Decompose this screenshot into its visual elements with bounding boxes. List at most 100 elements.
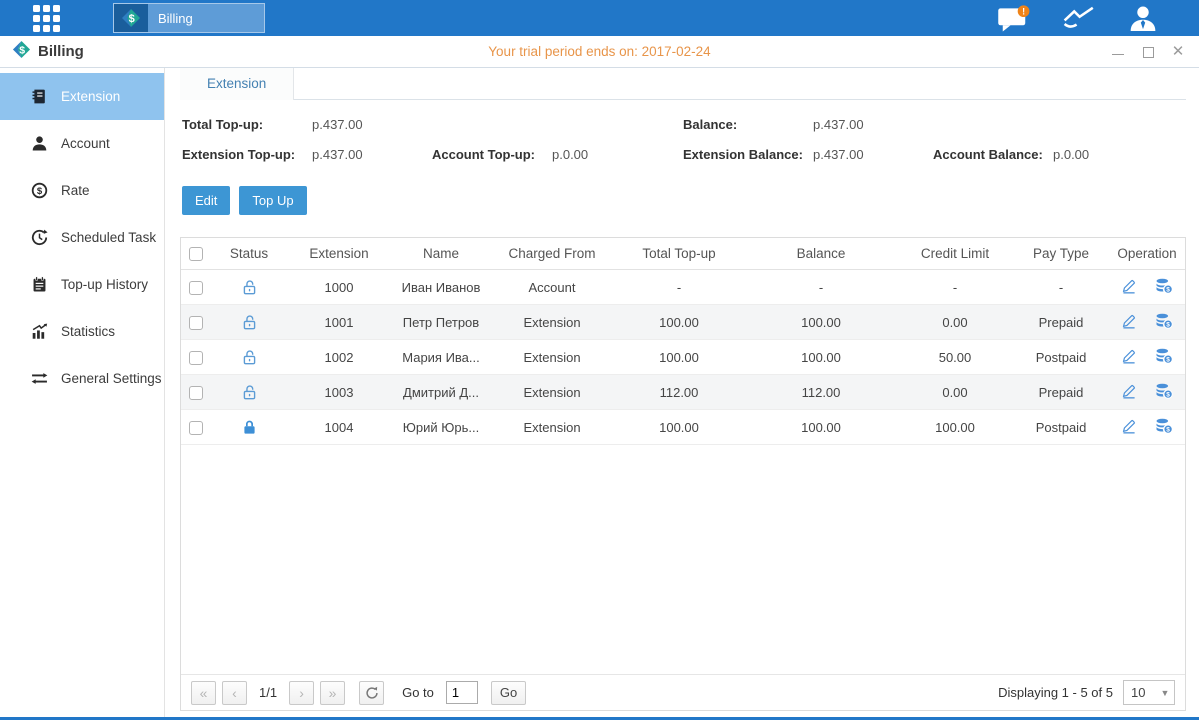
sidebar-item-label: Scheduled Task (61, 230, 156, 245)
prev-page-button[interactable]: ‹ (222, 681, 247, 705)
cell-credit-limit: - (897, 270, 1013, 305)
cell-credit-limit: 0.00 (897, 305, 1013, 340)
first-page-button[interactable]: « (191, 681, 216, 705)
pagination-bar: « ‹ 1/1 › » Go to Go Di (181, 674, 1185, 710)
cell-extension: 1000 (287, 270, 391, 305)
chevron-down-icon: ▼ (1156, 688, 1174, 698)
next-page-button[interactable]: › (289, 681, 314, 705)
row-checkbox[interactable] (189, 316, 203, 330)
top-up-button[interactable]: Top Up (239, 186, 306, 215)
svg-text:!: ! (1022, 6, 1025, 16)
trial-notice: Your trial period ends on: 2017-02-24 (0, 44, 1199, 59)
col-status: Status (211, 238, 287, 270)
sidebar-item-general-settings[interactable]: General Settings (0, 355, 164, 402)
cell-total-topup: 112.00 (613, 375, 745, 410)
cell-name: Иван Иванов (391, 270, 491, 305)
sidebar-item-label: Extension (61, 89, 120, 104)
sidebar-item-extension[interactable]: Extension (0, 73, 164, 120)
last-page-button[interactable]: » (320, 681, 345, 705)
top-up-row-icon[interactable]: $ (1155, 278, 1173, 297)
page-indicator: 1/1 (259, 685, 277, 700)
cell-name: Петр Петров (391, 305, 491, 340)
row-checkbox[interactable] (189, 281, 203, 295)
edit-button[interactable]: Edit (182, 186, 230, 215)
col-extension: Extension (287, 238, 391, 270)
lock-status-icon (241, 314, 258, 329)
cell-pay-type: Postpaid (1013, 410, 1109, 445)
goto-page-input[interactable] (446, 681, 478, 704)
top-up-row-icon[interactable]: $ (1155, 418, 1173, 437)
reports-chart-icon[interactable] (1061, 6, 1097, 30)
billing-tab-label: Billing (158, 11, 193, 26)
refresh-button[interactable] (359, 681, 384, 705)
sidebar-item-statistics[interactable]: Statistics (0, 308, 164, 355)
displaying-text: Displaying 1 - 5 of 5 (998, 685, 1113, 700)
row-checkbox[interactable] (189, 386, 203, 400)
sidebar-item-scheduled-task[interactable]: Scheduled Task (0, 214, 164, 261)
top-up-row-icon[interactable]: $ (1155, 313, 1173, 332)
edit-row-icon[interactable] (1121, 278, 1137, 297)
edit-row-icon[interactable] (1121, 348, 1137, 367)
go-button[interactable]: Go (491, 681, 526, 705)
user-account-icon[interactable] (1127, 5, 1159, 31)
edit-row-icon[interactable] (1121, 313, 1137, 332)
cell-charged-from: Extension (491, 410, 613, 445)
svg-text:$: $ (129, 13, 135, 25)
sidebar-item-label: Rate (61, 183, 90, 198)
extension-topup-value: p.437.00 (312, 147, 420, 162)
sidebar-item-label: General Settings (61, 371, 162, 386)
billing-summary: Total Top-up: p.437.00 Extension Top-up:… (180, 100, 1186, 166)
sidebar-item-label: Statistics (61, 324, 115, 339)
maximize-icon[interactable] (1141, 46, 1155, 58)
extension-table: Status Extension Name Charged From Total… (181, 238, 1185, 445)
topbar-billing-tab[interactable]: $ Billing (113, 3, 265, 33)
select-all-checkbox[interactable] (189, 247, 203, 261)
account-icon (30, 135, 48, 153)
cell-total-topup: - (613, 270, 745, 305)
general-settings-icon (30, 370, 48, 388)
cell-balance: 112.00 (745, 375, 897, 410)
close-icon[interactable]: ✕ (1171, 46, 1185, 58)
sidebar-item-label: Account (61, 136, 110, 151)
row-checkbox[interactable] (189, 421, 203, 435)
cell-extension: 1004 (287, 410, 391, 445)
cell-charged-from: Extension (491, 340, 613, 375)
goto-label: Go to (402, 685, 434, 700)
cell-total-topup: 100.00 (613, 305, 745, 340)
sidebar-item-top-up-history[interactable]: Top-up History (0, 261, 164, 308)
svg-text:$: $ (1166, 392, 1170, 399)
cell-credit-limit: 100.00 (897, 410, 1013, 445)
cell-name: Дмитрий Д... (391, 375, 491, 410)
extension-balance-value: p.437.00 (813, 147, 921, 162)
col-operation: Operation (1109, 238, 1185, 270)
cell-charged-from: Extension (491, 375, 613, 410)
row-checkbox[interactable] (189, 351, 203, 365)
top-up-row-icon[interactable]: $ (1155, 348, 1173, 367)
edit-row-icon[interactable] (1121, 383, 1137, 402)
sidebar-item-account[interactable]: Account (0, 120, 164, 167)
page-size-value: 10 (1124, 685, 1156, 700)
top-up-row-icon[interactable]: $ (1155, 383, 1173, 402)
cell-credit-limit: 0.00 (897, 375, 1013, 410)
tab-extension[interactable]: Extension (180, 68, 294, 100)
cell-name: Мария Ива... (391, 340, 491, 375)
col-balance: Balance (745, 238, 897, 270)
top-up-history-icon (30, 276, 48, 294)
lock-status-icon (241, 384, 258, 399)
app-launcher-icon[interactable] (33, 5, 73, 31)
col-pay-type: Pay Type (1013, 238, 1109, 270)
sidebar-item-rate[interactable]: $ Rate (0, 167, 164, 214)
topbar: $ Billing ! (0, 0, 1199, 36)
col-total-topup: Total Top-up (613, 238, 745, 270)
table-row: 1002 Мария Ива... Extension 100.00 100.0… (181, 340, 1185, 375)
edit-row-icon[interactable] (1121, 418, 1137, 437)
extension-topup-label: Extension Top-up: (182, 147, 312, 162)
cell-extension: 1001 (287, 305, 391, 340)
svg-text:$: $ (1166, 287, 1170, 294)
lock-status-icon (241, 419, 258, 434)
page-size-select[interactable]: 10 ▼ (1123, 680, 1175, 705)
minimize-icon[interactable] (1111, 46, 1125, 58)
account-balance-value: p.0.00 (1053, 147, 1161, 162)
table-row: 1004 Юрий Юрь... Extension 100.00 100.00… (181, 410, 1185, 445)
notifications-icon[interactable]: ! (997, 5, 1031, 32)
